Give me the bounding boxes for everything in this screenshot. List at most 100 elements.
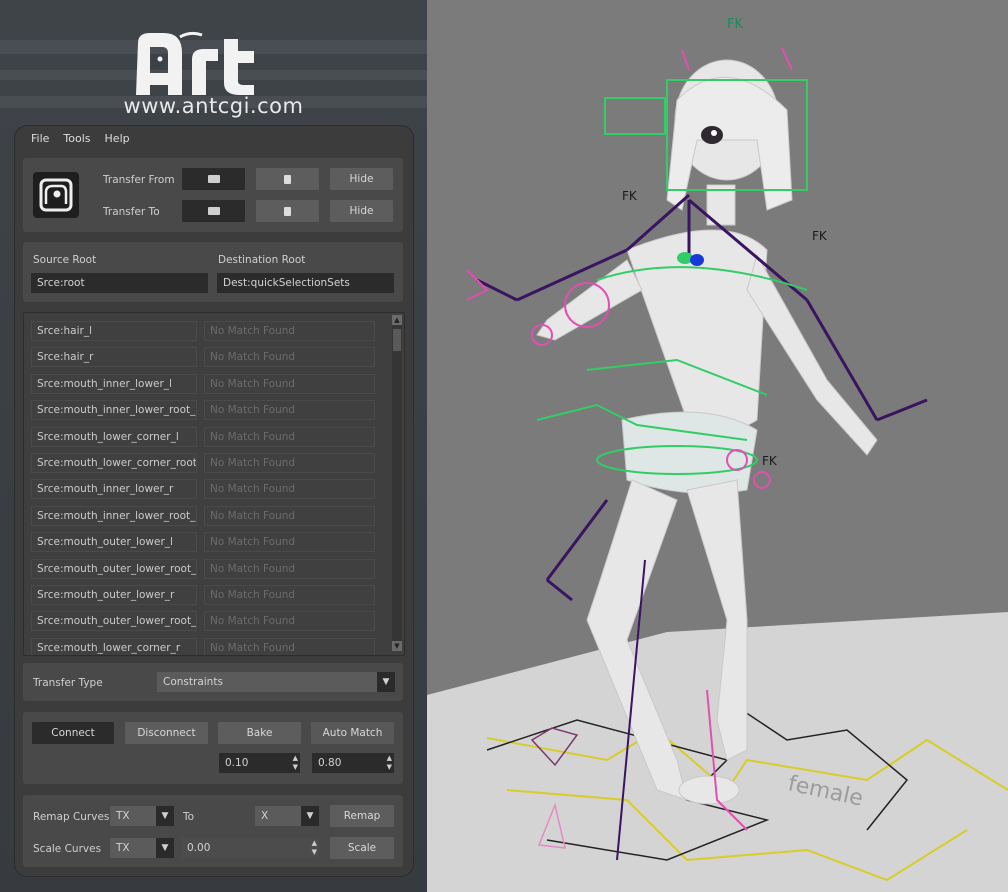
destination-joint-field[interactable]: No Match Found	[204, 321, 375, 341]
scale-value: 0.00	[187, 842, 211, 854]
source-joint-field[interactable]: Srce:mouth_inner_lower_r	[31, 479, 197, 500]
table-row[interactable]: Srce:mouth_inner_lower_root_r No Match Fo…	[24, 505, 384, 528]
com-control-blue	[690, 254, 704, 266]
bake-step-value: 0.10	[225, 757, 249, 769]
menu-tools[interactable]: Tools	[63, 132, 90, 145]
connect-button[interactable]: Connect	[32, 722, 114, 744]
transfer-to-folder-button[interactable]	[182, 200, 245, 222]
transfer-to-label: Transfer To	[103, 206, 160, 218]
scale-curves-label: Scale Curves	[33, 843, 102, 855]
table-row[interactable]: Srce:mouth_lower_corner_root_l No Match F…	[24, 453, 384, 475]
source-joint-field[interactable]: Srce:mouth_outer_lower_root_r	[31, 611, 197, 632]
menu-file[interactable]: File	[31, 132, 49, 145]
destination-joint-field[interactable]: No Match Found	[204, 505, 375, 526]
transfer-from-delete-button[interactable]	[256, 168, 319, 190]
table-row[interactable]: Srce:mouth_outer_lower_l No Match Found	[24, 532, 384, 554]
transfer-to-delete-button[interactable]	[256, 200, 319, 222]
transfer-type-value: Constraints	[163, 676, 223, 688]
viewport-scene: female FK FK FK FK	[427, 17, 1008, 892]
destination-joint-field[interactable]: No Match Found	[204, 400, 375, 421]
destination-joint-field[interactable]: No Match Found	[204, 453, 375, 473]
destination-joint-field[interactable]: No Match Found	[204, 558, 375, 579]
menu-help[interactable]: Help	[105, 132, 130, 145]
remap-to-select[interactable]: X ▼	[255, 806, 319, 826]
table-row[interactable]: Srce:mouth_inner_lower_r No Match Found	[24, 479, 384, 501]
destination-joint-field[interactable]: No Match Found	[204, 479, 375, 500]
transfer-from-hide-button[interactable]: Hide	[330, 168, 393, 190]
transfer-group: Transfer From Transfer To Hide Hide	[23, 158, 403, 232]
destination-joint-field[interactable]: No Match Found	[204, 532, 375, 553]
table-row[interactable]: Srce:hair_r No Match Found	[24, 347, 384, 369]
source-joint-field[interactable]: Srce:mouth_lower_corner_l	[31, 426, 197, 447]
chevron-down-icon: ▼	[156, 806, 174, 826]
source-joint-field[interactable]: Srce:mouth_outer_lower_r	[31, 585, 197, 605]
joint-mapping-list[interactable]: Srce:hair_l No Match Found Srce:hair_r No M…	[23, 312, 405, 656]
remap-button[interactable]: Remap	[330, 805, 394, 827]
source-joint-field[interactable]: Srce:hair_l	[31, 321, 197, 341]
table-row[interactable]: Srce:hair_l No Match Found	[24, 321, 384, 343]
table-row[interactable]: Srce:mouth_outer_lower_r No Match Found	[24, 585, 384, 607]
table-row[interactable]: Srce:mouth_lower_corner_l No Match Found	[24, 426, 384, 449]
table-row[interactable]: Srce:mouth_inner_lower_l No Match Found	[24, 373, 384, 396]
source-joint-field[interactable]: Srce:hair_r	[31, 347, 197, 368]
destination-joint-field[interactable]: No Match Found	[204, 611, 375, 632]
source-joint-field[interactable]: Srce:mouth_inner_lower_root_l	[31, 400, 197, 421]
character-face	[701, 126, 723, 144]
match-threshold-spinner[interactable]: 0.80 ▲ ▼	[312, 753, 394, 773]
disconnect-button[interactable]: Disconnect	[125, 722, 208, 744]
list-scrollbar[interactable]: ▲ ▼	[392, 315, 402, 651]
chevron-down-icon: ▼	[301, 806, 319, 826]
brand-url: www.antcgi.com	[123, 94, 304, 118]
remap-from-value: TX	[116, 810, 130, 822]
roots-group: Source Root Destination Root Srce:root D…	[23, 242, 403, 302]
spinner-arrows-icon[interactable]: ▲ ▼	[312, 839, 317, 857]
spinner-arrows-icon[interactable]: ▲ ▼	[387, 754, 392, 772]
scroll-up-arrow[interactable]: ▲	[392, 315, 402, 325]
source-joint-field[interactable]: Srce:mouth_lower_corner_r	[31, 637, 197, 655]
auto-match-button[interactable]: Auto Match	[311, 722, 394, 744]
transfer-to-hide-button[interactable]: Hide	[330, 200, 393, 222]
scale-button[interactable]: Scale	[330, 837, 394, 859]
table-row[interactable]: Srce:mouth_outer_lower_root_r No Match Fo…	[24, 611, 384, 633]
remap-from-select[interactable]: TX ▼	[110, 806, 174, 826]
destination-joint-field[interactable]: No Match Found	[204, 637, 375, 655]
scale-value-spinner[interactable]: 0.00 ▲ ▼	[181, 838, 319, 858]
actions-group: Connect Disconnect Bake Auto Match 0.10 …	[23, 712, 403, 784]
left-ui-area: www.antcgi.com File Tools Help Transfer …	[0, 0, 427, 892]
scroll-thumb[interactable]	[393, 329, 401, 351]
fk-label-head: FK	[727, 17, 743, 32]
bake-button[interactable]: Bake	[218, 722, 301, 744]
destination-root-field[interactable]: Dest:quickSelectionSets	[217, 273, 394, 293]
destination-joint-field[interactable]: No Match Found	[204, 585, 375, 605]
transfer-type-select[interactable]: Constraints ▼	[157, 672, 395, 692]
3d-viewport[interactable]: female FK FK FK FK	[427, 0, 1008, 892]
destination-joint-field[interactable]: No Match Found	[204, 426, 375, 447]
anim-transfer-panel: File Tools Help Transfer From Transfer T…	[15, 126, 413, 876]
transfer-from-folder-button[interactable]	[182, 168, 245, 190]
scroll-down-arrow[interactable]: ▼	[392, 641, 402, 651]
folder-icon	[207, 175, 220, 183]
source-joint-field[interactable]: Srce:mouth_inner_lower_l	[31, 373, 197, 394]
scale-channel-value: TX	[116, 842, 130, 854]
ground-plane	[427, 612, 1008, 892]
scale-channel-select[interactable]: TX ▼	[110, 838, 174, 858]
spinner-arrows-icon[interactable]: ▲ ▼	[293, 754, 298, 772]
source-joint-field[interactable]: Srce:mouth_inner_lower_root_r	[31, 505, 197, 526]
destination-joint-field[interactable]: No Match Found	[204, 347, 375, 368]
transfer-type-group: Transfer Type Constraints ▼	[23, 663, 403, 701]
table-row[interactable]: Srce:mouth_outer_lower_root_l No Match Fo…	[24, 558, 384, 581]
source-joint-field[interactable]: Srce:mouth_outer_lower_l	[31, 532, 197, 553]
table-row[interactable]: Srce:mouth_inner_lower_root_l No Match Fo…	[24, 400, 384, 422]
remap-to-value: X	[261, 810, 269, 822]
table-row[interactable]: Srce:mouth_lower_corner_r No Match Found	[24, 637, 384, 655]
fk-label-arm: FK	[812, 229, 828, 243]
bake-step-spinner[interactable]: 0.10 ▲ ▼	[219, 753, 300, 773]
source-root-field[interactable]: Srce:root	[31, 273, 208, 293]
destination-joint-field[interactable]: No Match Found	[204, 373, 375, 394]
character-thumbnail[interactable]	[33, 172, 79, 218]
source-joint-field[interactable]: Srce:mouth_lower_corner_root_l	[31, 453, 197, 473]
transfer-from-label: Transfer From	[103, 174, 175, 186]
remap-to-label: To	[183, 811, 195, 823]
source-joint-field[interactable]: Srce:mouth_outer_lower_root_l	[31, 558, 197, 579]
folder-icon	[207, 207, 220, 215]
